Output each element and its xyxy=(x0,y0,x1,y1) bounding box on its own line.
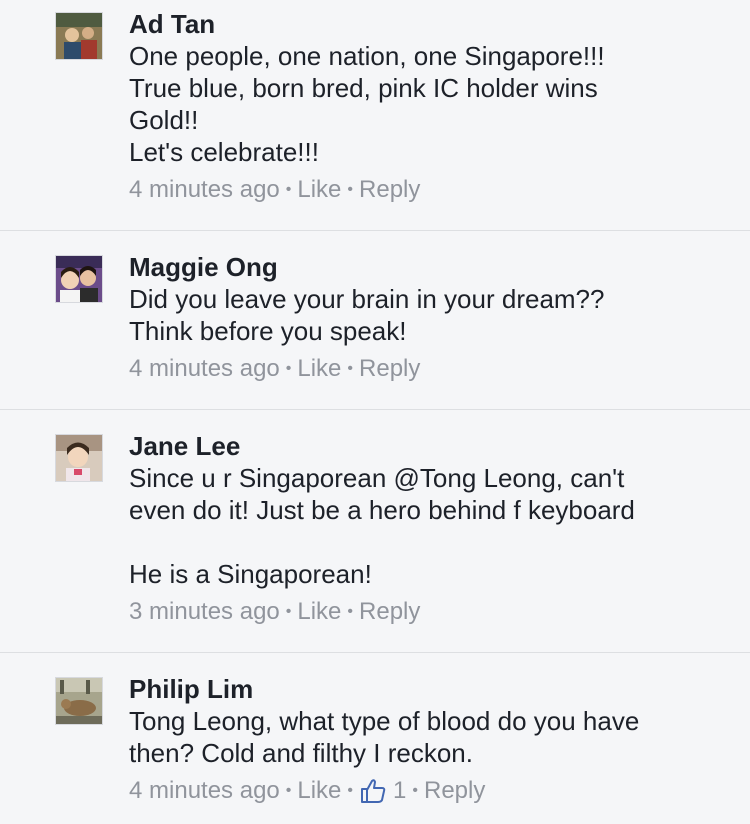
avatar-image xyxy=(56,435,102,481)
avatar-image xyxy=(56,13,102,59)
separator-dot: • xyxy=(347,782,354,799)
comment-meta: 4 minutes ago • Like • Reply xyxy=(129,353,729,385)
reply-button[interactable]: Reply xyxy=(359,596,420,628)
comment-meta: 3 minutes ago • Like • Reply xyxy=(129,596,729,628)
reaction-count[interactable]: 1 xyxy=(393,775,406,807)
separator-dot: • xyxy=(347,603,354,620)
like-button[interactable]: Like xyxy=(297,174,341,206)
comment-timestamp[interactable]: 3 minutes ago xyxy=(129,596,280,628)
comment-meta: 4 minutes ago • Like • Reply xyxy=(129,174,729,206)
avatar-image xyxy=(56,256,102,302)
reply-button[interactable]: Reply xyxy=(359,174,420,206)
commenter-name[interactable]: Ad Tan xyxy=(129,8,729,40)
thumbs-up-icon[interactable] xyxy=(359,777,387,805)
separator-dot: • xyxy=(347,360,354,377)
separator-dot: • xyxy=(412,782,418,799)
separator-dot: • xyxy=(285,360,292,377)
avatar[interactable] xyxy=(55,255,103,303)
avatar[interactable] xyxy=(55,12,103,60)
separator-dot: • xyxy=(285,782,292,799)
avatar[interactable] xyxy=(55,677,103,725)
separator-dot: • xyxy=(285,181,292,198)
comment-text: One people, one nation, one Singapore!!!… xyxy=(129,41,605,167)
comment-item: Ad Tan One people, one nation, one Singa… xyxy=(0,0,750,230)
comment-timestamp[interactable]: 4 minutes ago xyxy=(129,775,280,807)
like-button[interactable]: Like xyxy=(297,353,341,385)
like-button[interactable]: Like xyxy=(297,596,341,628)
avatar-image xyxy=(56,678,102,724)
avatar[interactable] xyxy=(55,434,103,482)
comment-item: Maggie Ong Did you leave your brain in y… xyxy=(0,231,750,409)
separator-dot: • xyxy=(285,603,292,620)
commenter-name[interactable]: Jane Lee xyxy=(129,430,729,462)
comment-text: Did you leave your brain in your dream??… xyxy=(129,284,605,346)
comment-timestamp[interactable]: 4 minutes ago xyxy=(129,174,280,206)
like-button[interactable]: Like xyxy=(297,775,341,807)
commenter-name[interactable]: Philip Lim xyxy=(129,673,729,705)
comment-item: Jane Lee Since u r Singaporean @Tong Leo… xyxy=(0,410,750,652)
comment-text: Tong Leong, what type of blood do you ha… xyxy=(129,706,640,768)
reply-button[interactable]: Reply xyxy=(424,775,485,807)
comment-timestamp[interactable]: 4 minutes ago xyxy=(129,353,280,385)
separator-dot: • xyxy=(347,181,354,198)
comment-item: Philip Lim Tong Leong, what type of bloo… xyxy=(0,653,750,824)
comment-meta: 4 minutes ago • Like • 1 • Reply xyxy=(129,775,729,807)
commenter-name[interactable]: Maggie Ong xyxy=(129,251,729,283)
comment-text: Since u r Singaporean @Tong Leong, can't… xyxy=(129,463,635,589)
reply-button[interactable]: Reply xyxy=(359,353,420,385)
